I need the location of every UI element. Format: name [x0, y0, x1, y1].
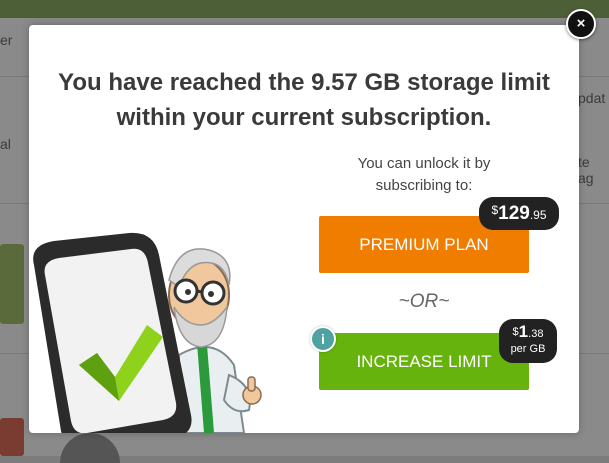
increase-price-badge: $1.38 per GB [499, 319, 557, 363]
premium-price-decimal: .95 [529, 208, 547, 222]
close-icon[interactable]: × [566, 9, 596, 39]
unlock-line-2: subscribing to: [375, 177, 473, 194]
info-icon[interactable]: i [310, 326, 336, 352]
premium-price-badge: $129.95 [479, 197, 559, 230]
or-separator: ~OR~ [398, 291, 450, 312]
background-thumbnail [0, 418, 24, 456]
headline-line-2: within your current subscription. [116, 104, 492, 131]
phone-illustration [33, 232, 192, 433]
headline-line-1: You have reached the 9.57 GB storage lim… [58, 69, 550, 96]
increase-price-unit: per GB [510, 343, 546, 355]
background-text: er [0, 32, 13, 48]
increase-limit-button[interactable]: INCREASE LIMIT [319, 333, 529, 390]
increase-price-whole: 1 [518, 322, 529, 341]
premium-price-whole: 129 [498, 203, 530, 224]
unlock-line-1: You can unlock it by [357, 155, 491, 172]
background-top-bar [0, 0, 609, 18]
background-text: al [0, 136, 11, 152]
background-text: te ag [578, 154, 594, 186]
unlock-text: You can unlock it by subscribing to: [329, 153, 519, 197]
background-text: pdat [578, 90, 606, 106]
increase-price-decimal: .38 [528, 328, 544, 340]
background-thumbnail [0, 244, 24, 324]
storage-limit-modal: You have reached the 9.57 GB storage lim… [29, 25, 579, 433]
background-avatar [60, 433, 120, 463]
premium-price-currency: $ [491, 203, 499, 217]
modal-headline: You have reached the 9.57 GB storage lim… [29, 65, 579, 135]
phone-checkmark-illustration [33, 232, 262, 433]
